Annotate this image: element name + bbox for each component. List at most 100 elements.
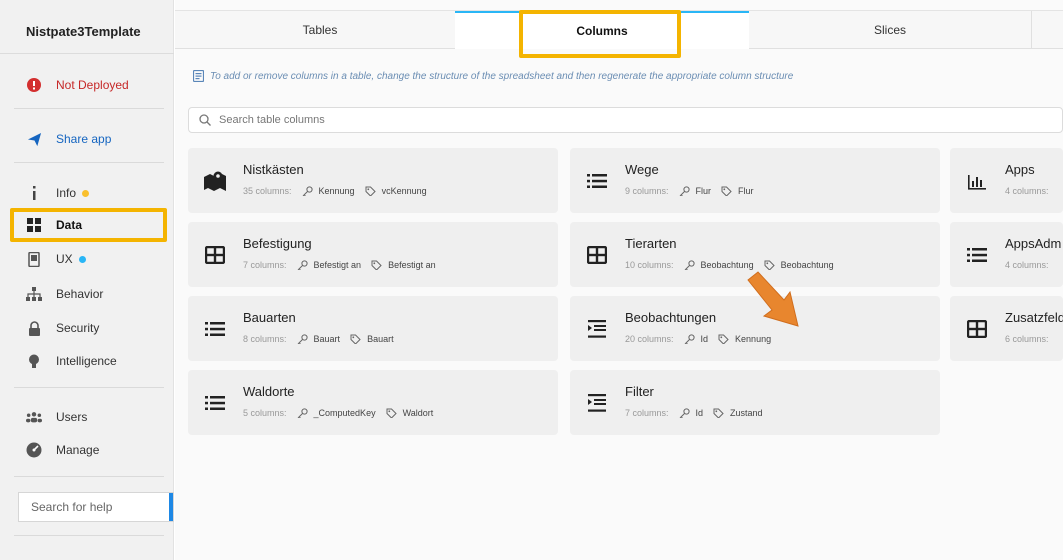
sidebar-item-label: Info bbox=[56, 186, 77, 200]
column-count: 20 columns: bbox=[625, 334, 674, 344]
table-card[interactable]: Befestigung 7 columns: Befestigt an Befesti… bbox=[188, 222, 558, 287]
info-banner: To add or remove columns in a table, cha… bbox=[193, 66, 1053, 86]
table-card[interactable]: Zusatzfeld 6 columns: bbox=[950, 296, 1063, 361]
column-search-input[interactable]: Search table columns bbox=[188, 107, 1063, 133]
share-app-item[interactable]: Share app bbox=[0, 124, 174, 154]
main-content: Tables Columns Slices To add or remove c… bbox=[175, 0, 1063, 560]
sidebar-item-behavior[interactable]: Behavior bbox=[0, 279, 174, 309]
table-card[interactable]: Bauarten 8 columns: Bauart Bauart bbox=[188, 296, 558, 361]
column-count: 4 columns: bbox=[1005, 260, 1049, 270]
info-icon bbox=[26, 185, 42, 201]
sidebar-item-data[interactable]: Data bbox=[0, 210, 174, 240]
sidebar-item-security[interactable]: Security bbox=[0, 313, 174, 343]
table-card[interactable]: Nistkästen 35 columns: Kennung vcKennung bbox=[188, 148, 558, 213]
table-meta: 4 columns: bbox=[1005, 186, 1049, 196]
key-icon bbox=[297, 334, 311, 344]
deck-icon bbox=[586, 392, 608, 414]
table-name: Beobachtungen bbox=[625, 310, 717, 325]
column-count: 9 columns: bbox=[625, 186, 669, 196]
sidebar-item-label: Manage bbox=[56, 443, 100, 457]
search-icon bbox=[199, 114, 211, 126]
list-icon bbox=[966, 244, 988, 266]
key-icon bbox=[297, 408, 311, 418]
app-name: Nistpate3Template bbox=[0, 10, 174, 54]
key-column: Flur bbox=[679, 186, 712, 196]
label-column: vcKennung bbox=[365, 186, 427, 196]
not-deployed-label: Not Deployed bbox=[56, 78, 129, 92]
sidebar-item-info[interactable]: Info bbox=[0, 178, 174, 208]
map-icon bbox=[204, 170, 226, 192]
table-name: Tierarten bbox=[625, 236, 677, 251]
key-column: Beobachtung bbox=[684, 260, 754, 270]
sidebar-item-manage[interactable]: Manage bbox=[0, 435, 174, 465]
table-name: Bauarten bbox=[243, 310, 296, 325]
sidebar-item-users[interactable]: Users bbox=[0, 402, 174, 432]
status-dot bbox=[82, 189, 90, 197]
label-column: Zustand bbox=[713, 408, 763, 418]
column-count: 5 columns: bbox=[243, 408, 287, 418]
table-meta: 20 columns: Id Kennung bbox=[625, 334, 771, 344]
table-icon bbox=[586, 244, 608, 266]
label-column-value: Waldort bbox=[402, 408, 434, 418]
table-card[interactable]: Waldorte 5 columns: _ComputedKey Waldort bbox=[188, 370, 558, 435]
tab-tables[interactable]: Tables bbox=[175, 11, 465, 49]
status-dot bbox=[78, 255, 86, 263]
deck-icon bbox=[586, 318, 608, 340]
tag-icon bbox=[371, 260, 385, 270]
table-card[interactable]: Wege 9 columns: Flur Flur bbox=[570, 148, 940, 213]
key-icon bbox=[297, 260, 311, 270]
label-column: Flur bbox=[721, 186, 754, 196]
tab-divider bbox=[1031, 11, 1032, 49]
sidebar-item-label: Behavior bbox=[56, 287, 104, 301]
table-card[interactable]: Apps 4 columns: bbox=[950, 148, 1063, 213]
label-column: Beobachtung bbox=[764, 260, 834, 270]
list-icon bbox=[204, 392, 226, 414]
key-icon bbox=[302, 186, 316, 196]
table-name: Nistkästen bbox=[243, 162, 304, 177]
key-column-value: Flur bbox=[695, 186, 712, 196]
key-column-value: Befestigt an bbox=[313, 260, 362, 270]
sidebar-item-label: UX bbox=[56, 252, 73, 266]
tab-columns[interactable]: Columns bbox=[455, 11, 749, 49]
tab-slices[interactable]: Slices bbox=[749, 11, 1031, 49]
not-deployed-item[interactable]: Not Deployed bbox=[0, 70, 174, 100]
help-search-input[interactable]: Search for help bbox=[18, 492, 174, 522]
column-count: 7 columns: bbox=[625, 408, 669, 418]
column-count: 7 columns: bbox=[243, 260, 287, 270]
sidebar-item-intelligence[interactable]: Intelligence bbox=[0, 346, 174, 376]
note-icon bbox=[193, 70, 204, 82]
key-column-value: Bauart bbox=[313, 334, 341, 344]
label-column-value: Beobachtung bbox=[780, 260, 834, 270]
label-column: Kennung bbox=[718, 334, 771, 344]
table-name: Wege bbox=[625, 162, 659, 177]
label-column: Befestigt an bbox=[371, 260, 436, 270]
gauge-icon bbox=[26, 442, 42, 458]
divider bbox=[14, 108, 164, 109]
table-meta: 7 columns: Id Zustand bbox=[625, 408, 763, 418]
sidebar-item-label: Intelligence bbox=[56, 354, 117, 368]
app-root: Nistpate3Template Not Deployed Share app… bbox=[0, 0, 1063, 560]
sidebar-item-ux[interactable]: UX bbox=[0, 244, 174, 274]
search-placeholder: Search table columns bbox=[219, 114, 325, 126]
table-name: Apps bbox=[1005, 162, 1035, 177]
table-card[interactable]: Tierarten 10 columns: Beobachtung Beobachtu… bbox=[570, 222, 940, 287]
table-name: Befestigung bbox=[243, 236, 312, 251]
table-meta: 7 columns: Befestigt an Befestigt an bbox=[243, 260, 436, 270]
sidebar: Nistpate3Template Not Deployed Share app… bbox=[0, 0, 174, 560]
key-icon bbox=[684, 260, 698, 270]
table-card[interactable]: Filter 7 columns: Id Zustand bbox=[570, 370, 940, 435]
table-card[interactable]: AppsAdm 4 columns: bbox=[950, 222, 1063, 287]
tag-icon bbox=[365, 186, 379, 196]
table-card[interactable]: Beobachtungen 20 columns: Id Kennung bbox=[570, 296, 940, 361]
list-icon bbox=[586, 170, 608, 192]
table-meta: 6 columns: bbox=[1005, 334, 1049, 344]
grid-icon bbox=[26, 217, 42, 233]
key-column-value: _ComputedKey bbox=[313, 408, 376, 418]
hierarchy-icon bbox=[26, 286, 42, 302]
table-name: Zusatzfeld bbox=[1005, 310, 1063, 325]
key-column: Befestigt an bbox=[297, 260, 362, 270]
divider bbox=[14, 476, 164, 477]
label-column-value: Flur bbox=[738, 186, 754, 196]
key-column: Bauart bbox=[297, 334, 341, 344]
column-count: 6 columns: bbox=[1005, 334, 1049, 344]
